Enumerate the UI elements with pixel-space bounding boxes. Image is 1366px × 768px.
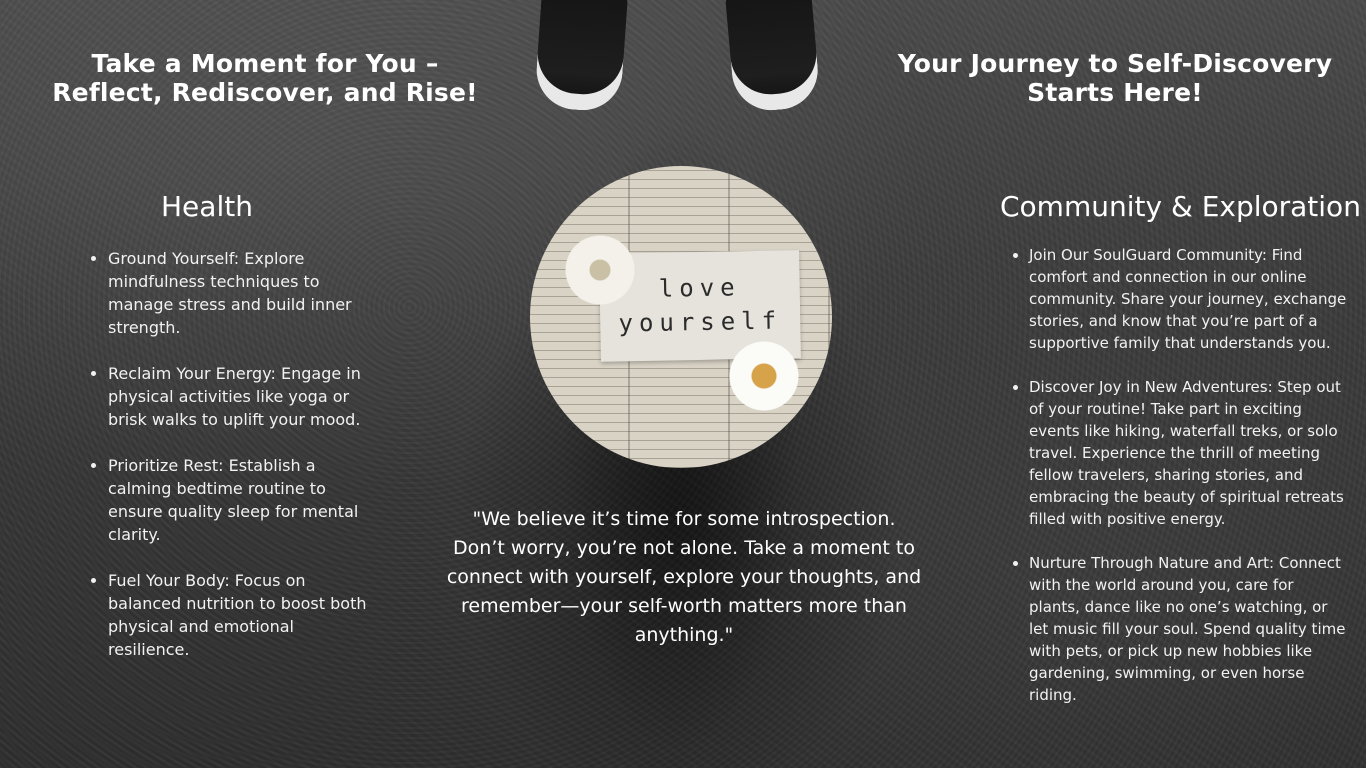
love-yourself-image: love yourself [530,166,832,468]
community-item: Join Our SoulGuard Community: Find comfo… [1029,244,1349,354]
left-shoe-image [533,0,629,113]
health-item: Prioritize Rest: Establish a calming bed… [108,454,370,546]
quote-text: "We believe it’s time for some introspec… [446,508,922,646]
flower-icon [558,228,642,312]
health-item: Ground Yourself: Explore mindfulness tec… [108,247,370,339]
note-line-yourself: yourself [618,306,783,338]
community-item: Discover Joy in New Adventures: Step out… [1029,376,1349,530]
left-heading: Take a Moment for You – Reflect, Redisco… [52,49,478,107]
health-title: Health [161,190,253,223]
community-item: Nurture Through Nature and Art: Connect … [1029,552,1349,706]
community-list: Join Our SoulGuard Community: Find comfo… [1009,244,1349,728]
daisy-icon [724,336,804,416]
right-shoe-image [724,0,822,114]
health-item: Reclaim Your Energy: Engage in physical … [108,362,370,431]
community-title: Community & Exploration [1000,190,1361,223]
health-item: Fuel Your Body: Focus on balanced nutrit… [108,569,370,661]
health-list: Ground Yourself: Explore mindfulness tec… [88,247,370,684]
right-heading: Your Journey to Self-Discovery Starts He… [897,49,1333,107]
